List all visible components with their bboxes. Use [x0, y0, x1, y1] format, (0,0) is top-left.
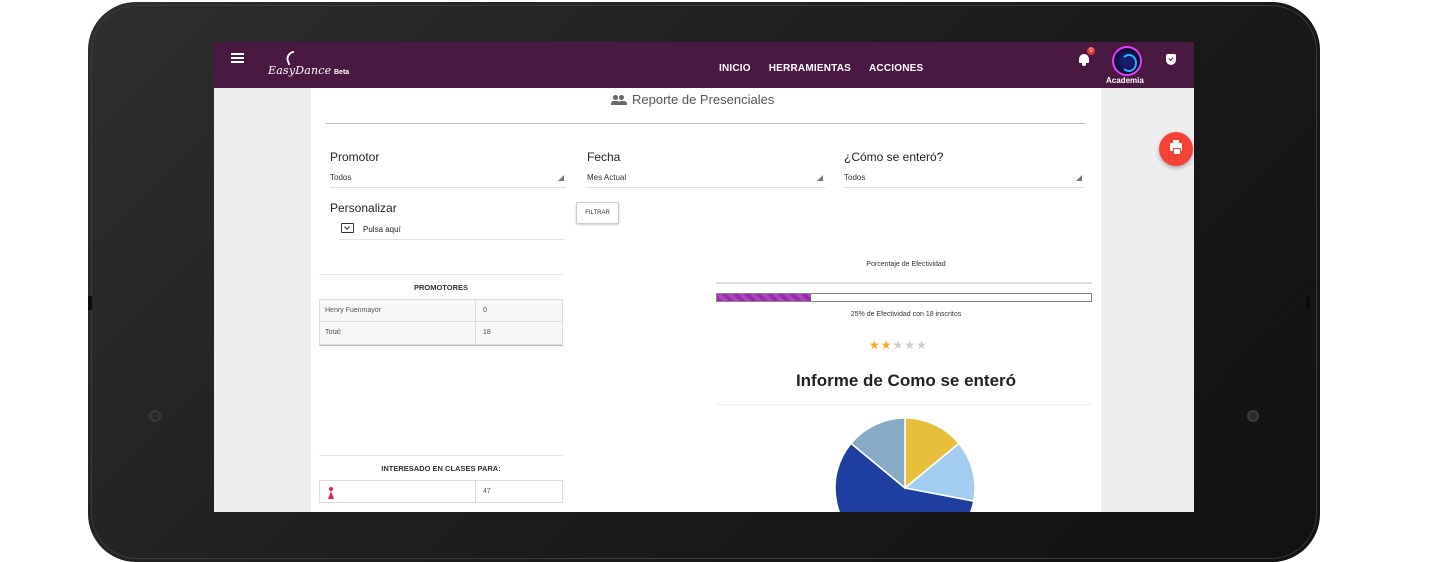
bell-icon[interactable]: 0 [1078, 47, 1095, 66]
menu-herramientas[interactable]: HERRAMIENTAS [769, 63, 851, 74]
efectividad-divider [716, 282, 1092, 284]
como-se-entero-pie-chart [835, 418, 975, 512]
notification-badge: 0 [1087, 47, 1095, 55]
tablet-side-button-right [1306, 296, 1310, 310]
como-select[interactable]: Todos [844, 168, 1084, 188]
top-navbar: EasyDance Beta INICIO HERRAMIENTAS ACCIO… [214, 42, 1194, 88]
efectividad-title: Porcentaje de Efectividad [866, 261, 946, 268]
promotor-value: Todos [330, 173, 352, 182]
total-count: 18 [475, 322, 491, 344]
efectividad-progress-bar [716, 293, 1092, 302]
fecha-label: Fecha [587, 150, 621, 164]
promotores-header: PROMOTORES [319, 274, 563, 298]
efectividad-caption: 25% de Efectividad con 18 inscritos [850, 311, 962, 318]
promotor-select[interactable]: Todos [330, 168, 566, 188]
title-divider [326, 123, 1086, 124]
account-label: Academia [1106, 76, 1144, 85]
female-icon [328, 487, 334, 499]
tablet-side-button-left [88, 296, 92, 310]
personalizar-label: Personalizar [330, 201, 397, 215]
star-filled-icon: ★ [880, 338, 893, 352]
shield-icon[interactable] [1166, 54, 1176, 65]
informe-title: Informe de Como se enteró [795, 371, 1017, 390]
promotores-table: PROMOTORES Henry Fuenmayor 0 Total: 18 [319, 274, 563, 354]
total-label: Total: [325, 329, 342, 336]
progress-fill [717, 294, 811, 301]
interesado-header: INTERESADO EN CLASES PARA: [319, 455, 563, 479]
fecha-select[interactable]: Mes Actual [587, 168, 825, 188]
star-filled-icon: ★ [869, 338, 881, 352]
main-menu: INICIO HERRAMIENTAS ACCIONES [719, 63, 941, 74]
beta-label: Beta [334, 69, 350, 76]
personalizar-row[interactable]: Pulsa aquí [339, 222, 565, 240]
promotor-label: Promotor [330, 150, 380, 164]
como-label: ¿Cómo se enteró? [844, 150, 944, 164]
filtrar-button[interactable]: FILTRAR [576, 202, 619, 224]
app-screen: EasyDance Beta INICIO HERRAMIENTAS ACCIO… [214, 42, 1194, 512]
table-row-total: Total: 18 [319, 322, 563, 345]
star-empty-icon: ★ [916, 338, 928, 352]
promotor-count: 0 [475, 300, 487, 322]
print-icon[interactable] [1159, 132, 1193, 166]
brand-name: EasyDance [268, 64, 332, 77]
menu-acciones[interactable]: ACCIONES [869, 63, 923, 74]
camera-left [149, 410, 161, 422]
report-card: Reporte de Presenciales Promotor Todos F… [311, 88, 1101, 512]
informe-divider [716, 404, 1092, 405]
star-empty-icon: ★ [892, 338, 905, 352]
menu-inicio[interactable]: INICIO [719, 63, 751, 74]
avatar[interactable] [1112, 46, 1142, 76]
rating-stars: ★★★★★ [869, 338, 928, 352]
interesado-table: INTERESADO EN CLASES PARA: 47 [319, 455, 563, 512]
dropdown-arrow-icon [817, 175, 823, 181]
fecha-value: Mes Actual [587, 173, 627, 182]
page-title: Reporte de Presenciales [632, 92, 775, 107]
star-empty-icon: ★ [904, 338, 917, 352]
promotor-name: Henry Fuenmayor [325, 307, 382, 314]
camera-right [1247, 410, 1259, 422]
dropdown-arrow-icon [558, 175, 564, 181]
pulsa-aqui-link[interactable]: Pulsa aquí [363, 225, 401, 234]
people-icon [611, 95, 627, 105]
dropdown-arrow-icon [1076, 175, 1082, 181]
calendar-download-icon [341, 223, 354, 233]
hamburger-icon[interactable] [231, 53, 244, 65]
como-value: Todos [844, 173, 866, 182]
table-row: Henry Fuenmayor 0 [319, 299, 563, 322]
